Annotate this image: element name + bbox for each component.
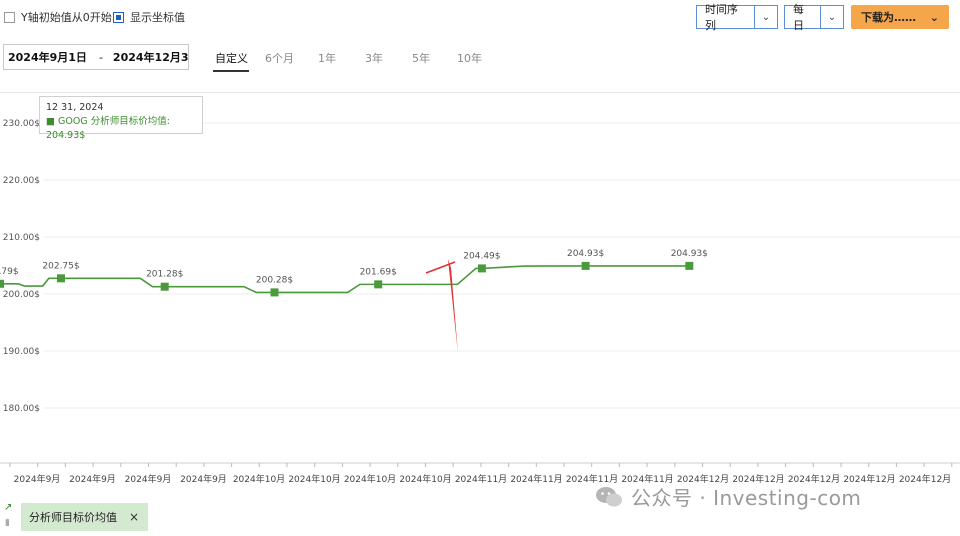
watermark: 公众号 · Investing-com	[595, 482, 861, 511]
period-tab-6m[interactable]: 6个月	[265, 50, 294, 66]
line-chart[interactable]: 180.00$ 190.00$ 200.00$ 210.00$ 220.00$ 230.0…	[0, 93, 960, 500]
chart-tooltip: 12 31, 2024 ■ GOOG 分析师目标价均值: 204.93$	[39, 96, 203, 141]
legend-series-label: 分析师目标价均值	[29, 511, 117, 524]
data-point-marker[interactable]	[581, 261, 590, 270]
trend-up-icon[interactable]: ↗	[4, 502, 12, 513]
checkbox-checked-icon	[113, 11, 124, 23]
checkbox-unchecked-icon	[4, 11, 15, 23]
data-point-marker[interactable]	[477, 264, 486, 273]
period-tab-5y[interactable]: 5年	[412, 50, 430, 66]
bar-chart-icon[interactable]: ▮	[5, 518, 10, 528]
data-label: 201.79$	[0, 267, 19, 277]
chevron-down-icon[interactable]: ⌄	[820, 6, 843, 28]
data-label: 201.69$	[360, 267, 397, 277]
x-tick-label: 2024年10月	[399, 473, 451, 485]
wechat-icon	[596, 486, 622, 506]
x-tick-label: 2024年9月	[180, 473, 227, 485]
frequency-value: 每日	[793, 3, 804, 32]
y-from-zero-checkbox[interactable]: Y轴初始值从0开始	[4, 9, 112, 25]
period-tab-custom[interactable]: 自定义	[215, 50, 248, 66]
view-type-value: 时间序列	[705, 3, 738, 32]
data-label: 204.93$	[567, 249, 604, 259]
x-tick-label: 2024年9月	[14, 473, 61, 485]
download-button[interactable]: 下载为…… ⌄	[851, 5, 949, 29]
y-tick-label: 220.00$	[3, 176, 40, 186]
data-label: 200.28$	[256, 275, 293, 285]
y-tick-label: 230.00$	[3, 119, 40, 129]
data-label: 204.49$	[463, 251, 500, 261]
close-icon[interactable]: ×	[129, 510, 139, 524]
period-tab-10y[interactable]: 10年	[457, 50, 482, 66]
date-range-input[interactable]: 2024年9月1日 - 2024年12月31E	[3, 44, 189, 70]
data-point-marker[interactable]	[160, 282, 169, 291]
annotation-arrow-head	[448, 259, 458, 354]
data-point-marker[interactable]	[685, 261, 694, 270]
watermark-text: 公众号 · Investing-com	[631, 486, 862, 510]
tooltip-date: 12 31, 2024	[46, 102, 104, 113]
show-values-checkbox[interactable]: 显示坐标值	[113, 9, 185, 25]
data-point-marker[interactable]	[374, 280, 383, 289]
x-tick-label: 2024年10月	[288, 473, 340, 485]
y-tick-label: 180.00$	[3, 404, 40, 414]
show-values-label: 显示坐标值	[130, 11, 185, 24]
y-tick-label: 200.00$	[3, 290, 40, 300]
frequency-select[interactable]: 每日 ⌄	[784, 3, 844, 32]
x-tick-label: 2024年12月	[899, 473, 951, 485]
data-point-marker[interactable]	[270, 288, 279, 297]
y-tick-label: 210.00$	[3, 233, 40, 243]
x-tick-label: 2024年9月	[69, 473, 116, 485]
active-tab-underline	[213, 70, 249, 72]
view-type-select[interactable]: 时间序列 ⌄	[696, 3, 778, 32]
x-tick-label: 2024年11月	[455, 473, 507, 485]
data-label: 202.75$	[42, 261, 79, 271]
chevron-down-icon: ⌄	[929, 10, 939, 24]
period-tab-1y[interactable]: 1年	[318, 50, 336, 66]
x-tick-label: 2024年10月	[233, 473, 285, 485]
data-label: 204.93$	[671, 249, 708, 259]
toolbar: Y轴初始值从0开始 显示坐标值 时间序列 ⌄ 每日 ⌄ 下载为…… ⌄	[0, 0, 960, 36]
legend-series-tag[interactable]: 分析师目标价均值 ×	[21, 503, 148, 531]
date-range-end[interactable]: 2024年12月31E	[109, 49, 188, 65]
x-tick-label: 2024年9月	[125, 473, 172, 485]
date-range-separator: -	[98, 50, 103, 64]
chevron-down-icon[interactable]: ⌄	[754, 6, 777, 28]
y-tick-label: 190.00$	[3, 347, 40, 357]
date-range-start[interactable]: 2024年9月1日	[4, 49, 87, 65]
x-tick-label: 2024年10月	[344, 473, 396, 485]
tooltip-series-value: ■ GOOG 分析师目标价均值: 204.93$	[46, 116, 170, 141]
period-tab-3y[interactable]: 3年	[365, 50, 383, 66]
download-label: 下载为……	[861, 11, 916, 24]
x-tick-label: 2024年11月	[510, 473, 562, 485]
data-label: 201.28$	[146, 270, 183, 280]
data-point-marker[interactable]	[0, 279, 4, 288]
data-point-marker[interactable]	[57, 274, 65, 283]
y-from-zero-label: Y轴初始值从0开始	[21, 11, 112, 24]
